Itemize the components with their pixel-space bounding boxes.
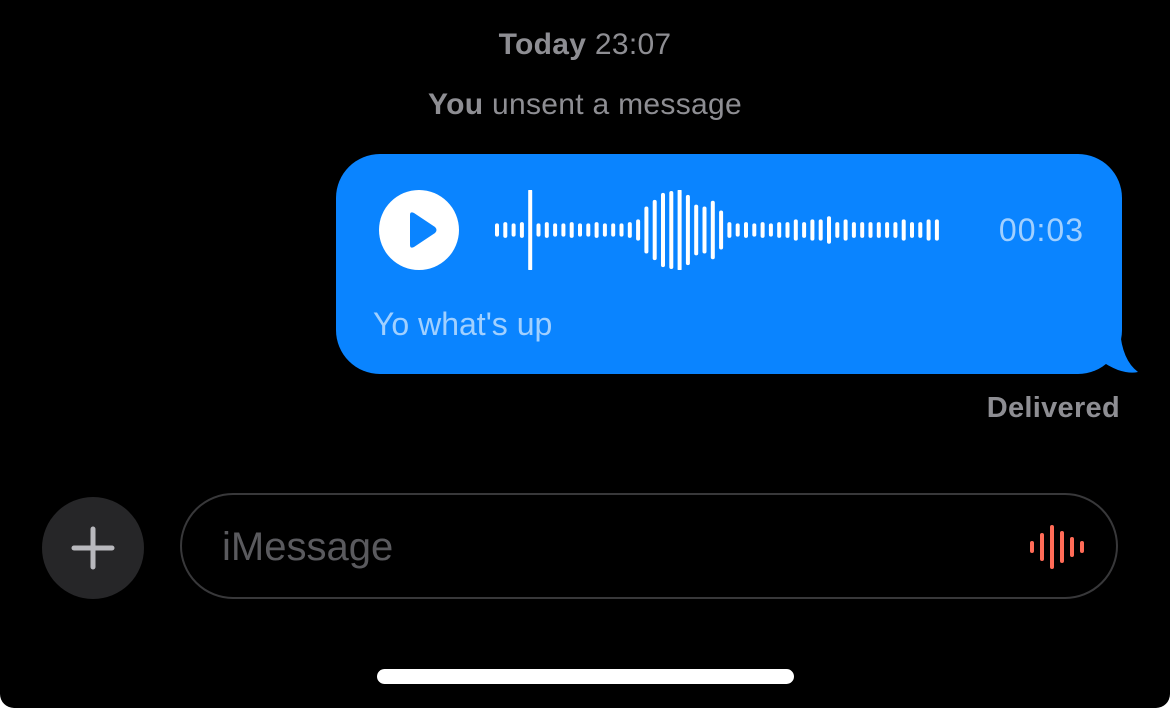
messages-screen: Today 23:07 You unsent a message 00:03 Y… <box>0 0 1170 708</box>
timestamp-day: Today <box>498 28 587 61</box>
waveform-icon[interactable] <box>1028 523 1088 571</box>
play-button[interactable] <box>379 190 459 270</box>
audio-waveform[interactable] <box>494 190 954 270</box>
unsent-action: unsent a message <box>492 88 742 121</box>
audio-message-bubble[interactable]: 00:03 Yo what's up <box>336 154 1122 374</box>
add-attachment-button[interactable] <box>42 497 144 599</box>
play-icon <box>410 212 437 248</box>
home-indicator[interactable] <box>377 669 794 684</box>
delivery-status: Delivered <box>986 392 1120 424</box>
conversation-timestamp: Today 23:07 <box>0 28 1170 62</box>
audio-transcript: Yo what's up <box>373 306 553 342</box>
unsent-notice: You unsent a message <box>0 88 1170 122</box>
audio-duration: 00:03 <box>998 212 1084 248</box>
plus-icon <box>71 526 115 570</box>
message-input-container[interactable] <box>180 493 1118 599</box>
timestamp-time: 23:07 <box>594 28 672 61</box>
message-input[interactable] <box>220 513 1004 581</box>
unsent-actor: You <box>428 88 484 121</box>
